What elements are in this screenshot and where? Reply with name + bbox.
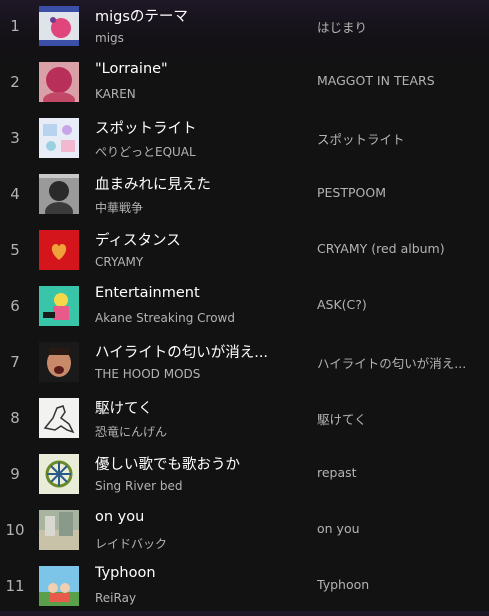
track-list: 1 migsのテーマ migs はじまり 2 "Lorraine" KAREN … — [0, 0, 489, 616]
track-row[interactable]: 7 ハイライトの匂いが消え... THE HOOD MODS ハイライトの匂いが… — [0, 336, 489, 392]
track-album[interactable]: はじまり — [317, 17, 487, 36]
track-row[interactable]: 3 スポットライト ぺりどっとEQUAL スポットライト — [0, 112, 489, 168]
track-number: 9 — [10, 465, 20, 483]
track-title[interactable]: Entertainment — [95, 285, 295, 301]
track-artist[interactable]: CRYAMY — [95, 255, 295, 269]
track-row[interactable]: 2 "Lorraine" KAREN MAGGOT IN TEARS — [0, 56, 489, 112]
track-album[interactable]: CRYAMY (red album) — [317, 241, 487, 256]
cryamy-red-album-art-icon[interactable] — [39, 230, 79, 270]
hood-mods-album-art-icon[interactable] — [39, 342, 79, 382]
track-number: 5 — [10, 241, 20, 259]
track-title[interactable]: migsのテーマ — [95, 5, 295, 26]
track-artist[interactable]: Akane Streaking Crowd — [95, 311, 295, 325]
track-album[interactable]: 駆けてく — [317, 409, 487, 428]
track-album[interactable]: PESTPOOM — [317, 185, 487, 200]
track-number: 11 — [5, 577, 25, 595]
ask-album-art-icon[interactable] — [39, 286, 79, 326]
track-title[interactable]: ディスタンス — [95, 229, 295, 250]
spotlight-album-art-icon[interactable] — [39, 118, 79, 158]
track-row[interactable]: 11 Typhoon ReiRay Typhoon — [0, 560, 489, 616]
track-artist[interactable]: migs — [95, 31, 295, 45]
track-number: 7 — [10, 353, 20, 371]
track-title[interactable]: ハイライトの匂いが消え... — [95, 341, 295, 362]
track-artist[interactable]: レイドバック — [95, 535, 295, 552]
on-you-album-art-icon[interactable] — [39, 510, 79, 550]
repast-album-art-icon[interactable] — [39, 454, 79, 494]
track-album[interactable]: repast — [317, 465, 487, 480]
track-title[interactable]: "Lorraine" — [95, 61, 295, 77]
track-title[interactable]: 駆けてく — [95, 397, 295, 418]
track-number: 2 — [10, 73, 20, 91]
track-album[interactable]: on you — [317, 521, 487, 536]
track-album[interactable]: スポットライト — [317, 129, 487, 148]
track-artist[interactable]: ぺりどっとEQUAL — [95, 143, 295, 160]
track-album[interactable]: MAGGOT IN TEARS — [317, 73, 487, 88]
track-title[interactable]: 血まみれに見えた — [95, 173, 295, 194]
track-row[interactable]: 4 血まみれに見えた 中華戦争 PESTPOOM — [0, 168, 489, 224]
track-title[interactable]: on you — [95, 509, 295, 525]
dinosaur-album-art-icon[interactable] — [39, 398, 79, 438]
track-title[interactable]: 優しい歌でも歌おうか — [95, 453, 295, 474]
track-row[interactable]: 9 優しい歌でも歌おうか Sing River bed repast — [0, 448, 489, 504]
track-row[interactable]: 5 ディスタンス CRYAMY CRYAMY (red album) — [0, 224, 489, 280]
track-album[interactable]: ASK(C?) — [317, 297, 487, 312]
track-number: 8 — [10, 409, 20, 427]
track-row[interactable]: 6 Entertainment Akane Streaking Crowd AS… — [0, 280, 489, 336]
track-artist[interactable]: THE HOOD MODS — [95, 367, 295, 381]
track-album[interactable]: Typhoon — [317, 577, 487, 592]
track-artist[interactable]: ReiRay — [95, 591, 295, 605]
track-number: 6 — [10, 297, 20, 315]
track-artist[interactable]: Sing River bed — [95, 479, 295, 493]
track-album[interactable]: ハイライトの匂いが消え... — [317, 353, 487, 372]
track-number: 1 — [10, 17, 20, 35]
typhoon-album-art-icon[interactable] — [39, 566, 79, 606]
pestpoom-album-art-icon[interactable] — [39, 174, 79, 214]
track-number: 3 — [10, 129, 20, 147]
track-artist[interactable]: KAREN — [95, 87, 295, 101]
migs-album-art-icon[interactable] — [39, 6, 79, 46]
karen-album-art-icon[interactable] — [39, 62, 79, 102]
track-row[interactable]: 10 on you レイドバック on you — [0, 504, 489, 560]
track-artist[interactable]: 中華戦争 — [95, 199, 295, 216]
track-row[interactable]: 8 駆けてく 恐竜にんげん 駆けてく — [0, 392, 489, 448]
track-artist[interactable]: 恐竜にんげん — [95, 423, 295, 440]
track-title[interactable]: スポットライト — [95, 117, 295, 138]
track-title[interactable]: Typhoon — [95, 565, 295, 581]
track-row[interactable]: 1 migsのテーマ migs はじまり — [0, 0, 489, 56]
track-number: 10 — [5, 521, 25, 539]
track-number: 4 — [10, 185, 20, 203]
